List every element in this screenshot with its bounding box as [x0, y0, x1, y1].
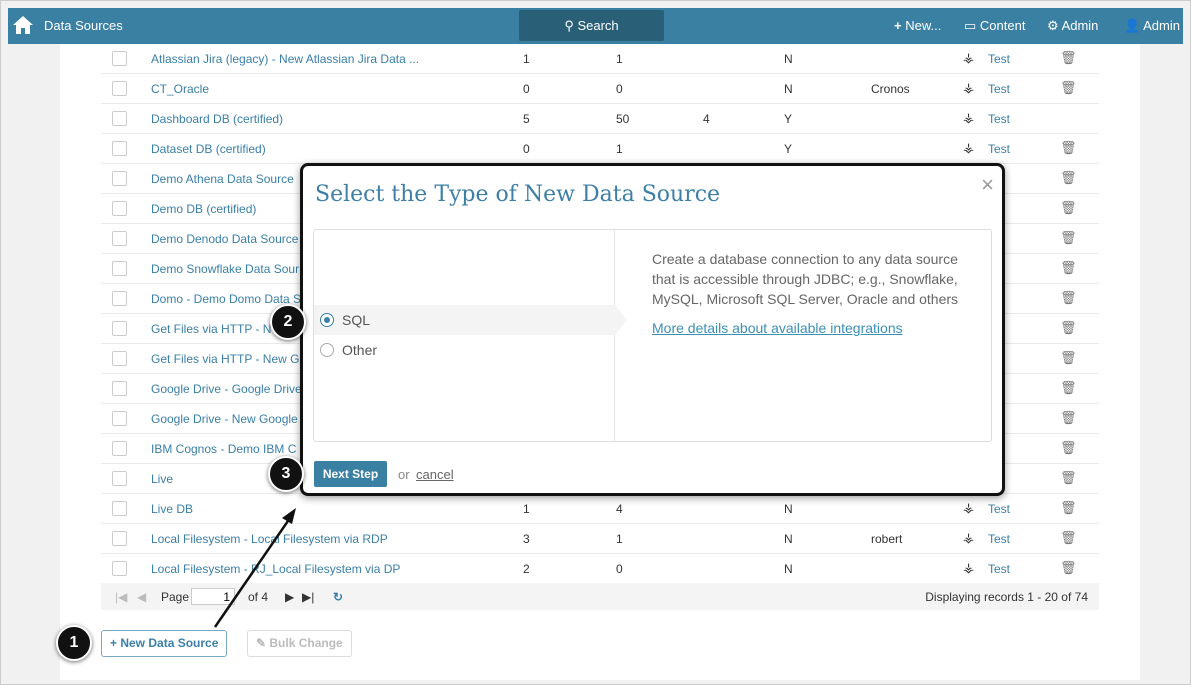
annotation-arrow — [213, 508, 296, 628]
callout-2: 2 — [270, 304, 306, 340]
callout-1: 1 — [56, 625, 92, 661]
callout-3: 3 — [268, 456, 304, 492]
